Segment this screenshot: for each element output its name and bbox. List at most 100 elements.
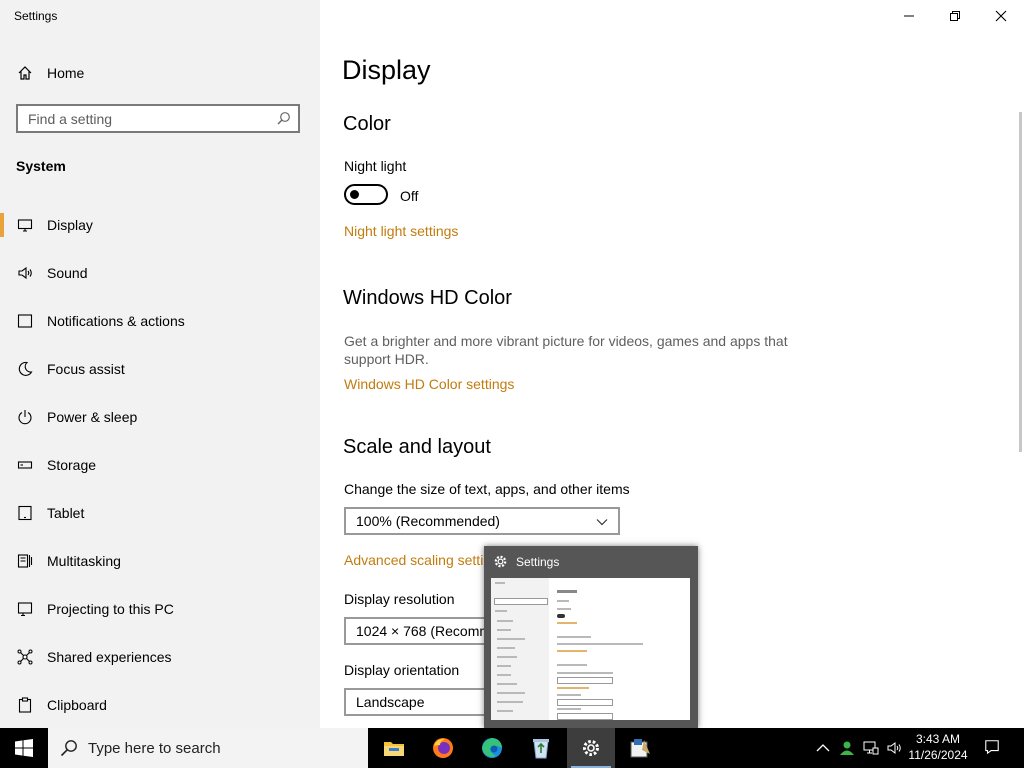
home-icon <box>16 64 34 82</box>
taskbar-search-box[interactable]: Type here to search <box>48 728 368 768</box>
thumb-line <box>495 610 507 612</box>
sidebar: Settings Home System Display Sound Notif… <box>0 0 320 728</box>
minimize-icon <box>904 15 914 17</box>
volume-icon[interactable] <box>887 740 903 756</box>
sidebar-item-multitasking[interactable]: Multitasking <box>0 541 320 581</box>
sidebar-item-shared-experiences[interactable]: Shared experiences <box>0 637 320 677</box>
color-heading: Color <box>343 113 391 135</box>
taskbar-thumbnail-preview[interactable]: Settings <box>484 546 698 728</box>
sidebar-item-label: Sound <box>47 265 88 281</box>
thumb-line <box>557 713 613 720</box>
sidebar-item-tablet[interactable]: Tablet <box>0 493 320 533</box>
firefox-icon <box>433 738 453 758</box>
minimize-button[interactable] <box>886 0 932 32</box>
taskbar-installer[interactable] <box>616 728 664 768</box>
thumb-line <box>557 699 613 706</box>
sidebar-item-label: Clipboard <box>47 697 107 713</box>
speaker-icon <box>16 264 34 282</box>
advanced-scaling-link[interactable]: Advanced scaling settings <box>344 552 506 568</box>
tablet-icon <box>16 504 34 522</box>
settings-icon <box>583 740 599 756</box>
thumb-line <box>557 643 643 645</box>
sidebar-item-display[interactable]: Display <box>0 205 320 245</box>
sidebar-item-clipboard[interactable]: Clipboard <box>0 685 320 725</box>
thumb-line <box>497 629 511 631</box>
sidebar-item-sound[interactable]: Sound <box>0 253 320 293</box>
chevron-up-icon[interactable] <box>815 740 831 756</box>
storage-icon <box>16 456 34 474</box>
close-button[interactable] <box>978 0 1024 32</box>
orientation-value: Landscape <box>356 694 425 710</box>
close-icon <box>995 10 1007 22</box>
hdr-description: Get a brighter and more vibrant picture … <box>344 333 788 367</box>
sidebar-item-label: Storage <box>47 457 97 473</box>
night-light-settings-link[interactable]: Night light settings <box>344 223 458 239</box>
taskbar-clock[interactable]: 3:43 AM 11/26/2024 <box>906 731 970 763</box>
thumb-line <box>497 701 523 703</box>
file-explorer-icon <box>384 742 404 756</box>
thumb-line <box>497 620 513 622</box>
sidebar-item-label: Multitasking <box>47 553 121 569</box>
moon-icon <box>16 360 34 378</box>
taskbar-firefox[interactable] <box>419 728 467 768</box>
thumb-line <box>557 608 571 610</box>
action-center-icon[interactable] <box>984 739 1000 755</box>
chevron-down-icon <box>596 519 608 526</box>
taskbar-search-placeholder: Type here to search <box>88 739 221 757</box>
thumb-line <box>557 622 577 624</box>
app-title: Settings <box>14 9 58 23</box>
night-light-toggle[interactable] <box>344 184 388 205</box>
clock-date: 11/26/2024 <box>908 748 968 762</box>
sidebar-item-label: Power & sleep <box>47 409 138 425</box>
sidebar-item-label: Focus assist <box>47 361 125 377</box>
start-button[interactable] <box>0 728 48 768</box>
search-icon[interactable] <box>276 111 291 131</box>
sidebar-item-notifications[interactable]: Notifications & actions <box>0 301 320 341</box>
thumb-line <box>557 600 569 602</box>
find-setting-search[interactable] <box>16 104 300 133</box>
network-icon[interactable] <box>863 740 879 756</box>
power-icon <box>16 408 34 426</box>
toggle-knob <box>350 190 359 199</box>
installer-icon <box>630 739 650 758</box>
scrollbar[interactable] <box>1019 112 1022 452</box>
home-label: Home <box>47 65 85 81</box>
sidebar-home[interactable]: Home <box>0 58 320 88</box>
thumb-line <box>557 650 587 652</box>
scale-value: 100% (Recommended) <box>356 513 500 529</box>
taskbar-recycle-app[interactable] <box>517 728 565 768</box>
sidebar-item-power-sleep[interactable]: Power & sleep <box>0 397 320 437</box>
thumb-sidebar <box>491 578 549 720</box>
scale-dropdown[interactable]: 100% (Recommended) <box>344 507 620 535</box>
restore-icon <box>950 11 960 21</box>
section-label-system: System <box>16 158 66 174</box>
user-icon[interactable] <box>839 740 855 756</box>
hdr-settings-link[interactable]: Windows HD Color settings <box>344 376 514 392</box>
thumbnail-window-image <box>491 578 690 720</box>
shared-icon <box>16 648 34 666</box>
thumb-line <box>557 687 589 689</box>
thumb-line <box>497 683 517 685</box>
projector-icon <box>16 600 34 618</box>
thumbnail-title: Settings <box>516 555 560 569</box>
sidebar-item-storage[interactable]: Storage <box>0 445 320 485</box>
thumb-line <box>557 672 613 674</box>
thumb-line <box>557 694 581 696</box>
sidebar-item-label: Display <box>47 217 93 233</box>
settings-gear-icon <box>493 554 508 574</box>
thumb-line <box>497 692 525 694</box>
sidebar-item-projecting[interactable]: Projecting to this PC <box>0 589 320 629</box>
restore-button[interactable] <box>932 0 978 32</box>
thumb-line <box>557 614 565 618</box>
scale-label: Change the size of text, apps, and other… <box>344 481 630 497</box>
search-input[interactable] <box>18 109 270 128</box>
taskbar-file-explorer[interactable] <box>370 728 418 768</box>
taskbar-settings[interactable] <box>567 728 615 768</box>
sidebar-item-focus-assist[interactable]: Focus assist <box>0 349 320 389</box>
thumb-line <box>557 677 613 684</box>
taskbar-edge[interactable] <box>468 728 516 768</box>
taskbar: Type here to search 3:43 AM 11/26/2024 <box>0 728 1024 768</box>
sidebar-item-label: Projecting to this PC <box>47 601 174 617</box>
thumb-line <box>497 674 511 676</box>
clock-time: 3:43 AM <box>915 732 961 746</box>
